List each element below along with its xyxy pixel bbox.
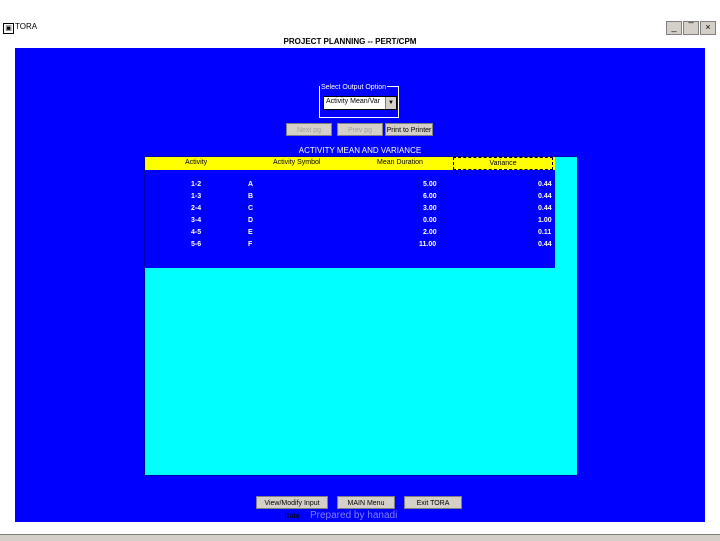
header-variance: Variance: [453, 157, 553, 170]
cell-symbol: D: [248, 217, 254, 224]
output-option-select[interactable]: Activity Mean/Var ▼: [323, 96, 397, 110]
next-page-button[interactable]: Next pg: [286, 123, 332, 136]
table-header: Activity Activity Symbol Mean Duration V…: [145, 157, 555, 170]
cell-symbol: E: [248, 229, 253, 236]
print-button[interactable]: Print to Printer: [385, 123, 433, 136]
app-icon: ▣: [3, 23, 14, 34]
watermark: Prepared by hanadi: [310, 510, 398, 521]
cell-variance: 0.44: [538, 181, 552, 188]
cell-mean: 2.00: [423, 229, 437, 236]
output-option-label: Select Output Option: [320, 84, 387, 91]
cell-mean: 3.00: [423, 205, 437, 212]
cell-mean: 0.00: [423, 217, 437, 224]
exit-tora-button[interactable]: Exit TORA: [404, 496, 462, 509]
cell-activity: 5-6: [191, 241, 202, 248]
main-menu-button[interactable]: MAIN Menu: [337, 496, 395, 509]
cell-activity: 1-2: [191, 181, 202, 188]
cell-mean: 5.00: [423, 181, 437, 188]
main-panel: Select Output Option Activity Mean/Var ▼…: [15, 48, 705, 522]
table-row: 1-2 A 5.00 0.44: [145, 181, 555, 193]
app-title: TORA: [15, 22, 38, 31]
table-row: 1-3 B 6.00 0.44: [145, 193, 555, 205]
table-row: 3-4 D 0.00 1.00: [145, 217, 555, 229]
cell-mean: 6.00: [423, 193, 437, 200]
title-bar: ▣ TORA _ ̅ ×: [0, 20, 720, 37]
window-header: PROJECT PLANNING -- PERT/CPM: [0, 36, 720, 48]
cell-symbol: F: [248, 241, 253, 248]
cell-activity: 4-5: [191, 229, 202, 236]
maximize-button[interactable]: ̅: [683, 21, 699, 35]
view-modify-input-button[interactable]: View/Modify Input Data: [256, 496, 328, 520]
results-table: Activity Activity Symbol Mean Duration V…: [145, 157, 555, 268]
header-activity-symbol: Activity Symbol: [273, 159, 321, 166]
cell-variance: 0.44: [538, 241, 552, 248]
cell-variance: 1.00: [538, 217, 552, 224]
cell-symbol: C: [248, 205, 254, 212]
header-mean-duration: Mean Duration: [377, 159, 423, 166]
cell-variance: 0.44: [538, 205, 552, 212]
table-row: 4-5 E 2.00 0.11: [145, 229, 555, 241]
output-option-value: Activity Mean/Var: [326, 98, 380, 105]
prev-page-button[interactable]: Prev pg: [337, 123, 383, 136]
cell-activity: 3-4: [191, 217, 202, 224]
table-row: 2-4 C 3.00 0.44: [145, 205, 555, 217]
cell-mean: 11.00: [419, 241, 437, 248]
section-title: ACTIVITY MEAN AND VARIANCE: [298, 146, 422, 155]
cell-symbol: A: [248, 181, 254, 188]
minimize-button[interactable]: _: [666, 21, 682, 35]
cell-activity: 1-3: [191, 193, 202, 200]
cell-symbol: B: [248, 193, 254, 200]
cell-variance: 0.11: [538, 229, 552, 236]
results-area: Activity Activity Symbol Mean Duration V…: [144, 156, 578, 476]
table-row: 5-6 F 11.00 0.44: [145, 241, 555, 253]
header-title: PROJECT PLANNING -- PERT/CPM: [283, 37, 417, 46]
cell-activity: 2-4: [191, 205, 202, 212]
cell-variance: 0.44: [538, 193, 552, 200]
dropdown-arrow-icon[interactable]: ▼: [385, 97, 396, 109]
close-button[interactable]: ×: [700, 21, 716, 35]
header-activity: Activity: [185, 159, 208, 166]
